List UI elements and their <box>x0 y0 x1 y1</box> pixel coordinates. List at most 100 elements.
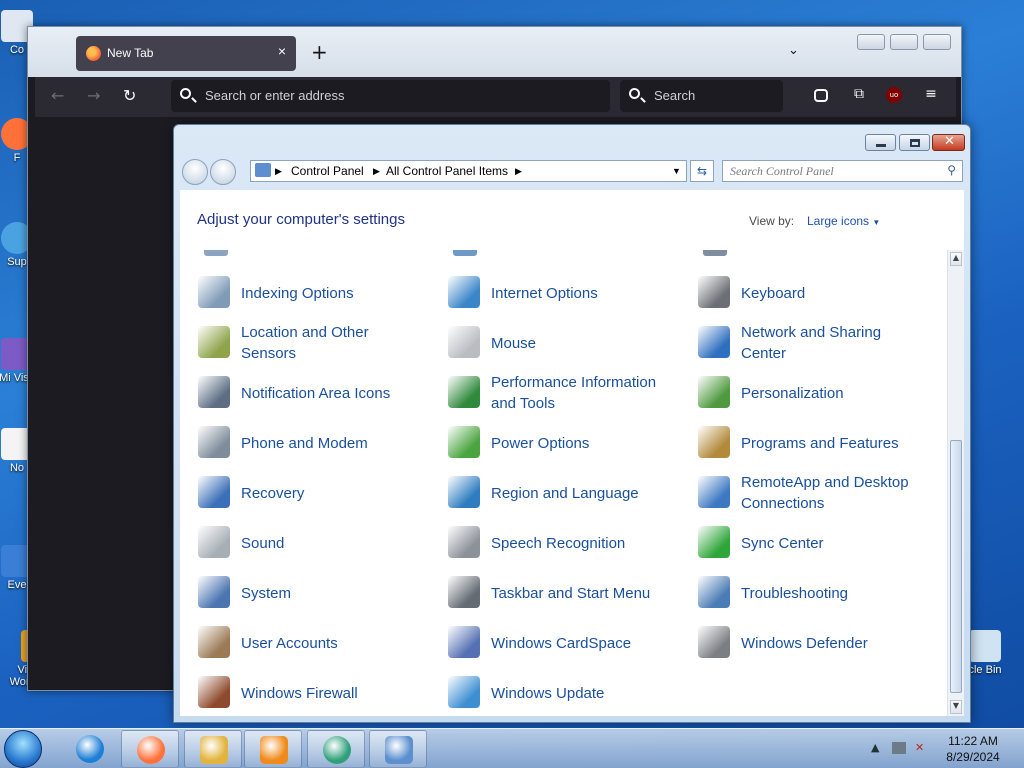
cp-item[interactable]: Performance Information and Tools <box>430 371 675 415</box>
minimize-button[interactable] <box>857 34 885 50</box>
partial-item-icon <box>703 250 727 256</box>
breadcrumb-separator[interactable]: ▶ <box>515 166 522 177</box>
reload-icon[interactable]: ↻ <box>123 86 136 105</box>
cp-item[interactable]: Indexing Options <box>180 271 425 315</box>
phone-modem-icon <box>198 426 230 458</box>
cp-item-label: Region and Language <box>491 484 639 502</box>
pocket-icon[interactable] <box>814 89 828 102</box>
network-icon <box>698 326 730 358</box>
taskbar-button-firefox[interactable] <box>121 730 179 768</box>
cp-item[interactable]: Mouse <box>430 321 675 365</box>
start-button[interactable] <box>4 730 42 768</box>
cp-item[interactable]: Sync Center <box>680 521 925 565</box>
scroll-down-icon[interactable]: ▼ <box>950 700 962 714</box>
address-dropdown-icon[interactable]: ▼ <box>672 166 681 176</box>
search-placeholder: Search Control Panel <box>730 164 834 178</box>
menu-icon[interactable]: ≡ <box>922 86 940 104</box>
show-hidden-icons[interactable]: ▲ <box>871 741 879 754</box>
taskbar-button-internet-explorer[interactable] <box>61 730 119 768</box>
back-button[interactable] <box>182 159 208 185</box>
personalization-icon <box>698 376 730 408</box>
taskbar-button-file-explorer[interactable] <box>184 730 242 768</box>
cp-item[interactable]: System <box>180 571 425 615</box>
cp-item[interactable]: Notification Area Icons <box>180 371 425 415</box>
programs-icon <box>698 426 730 458</box>
search-bar[interactable]: Search <box>620 80 783 112</box>
taskbar-button-control-panel[interactable] <box>369 730 427 768</box>
internet-options-icon <box>448 276 480 308</box>
cp-item[interactable]: Internet Options <box>430 271 675 315</box>
cp-item[interactable]: RemoteApp and Desktop Connections <box>680 471 925 515</box>
extensions-icon[interactable]: ⧉ <box>850 86 868 104</box>
cp-item[interactable]: Windows Update <box>430 671 675 715</box>
search-input[interactable]: Search Control Panel ⚲ <box>722 160 963 182</box>
sound-icon <box>198 526 230 558</box>
breadcrumb-separator[interactable]: ▶ <box>373 166 380 177</box>
cp-item[interactable]: Taskbar and Start Menu <box>430 571 675 615</box>
tab-new-tab[interactable]: New Tab × <box>76 36 296 71</box>
control-panel-items: Indexing Options Internet Options Keyboard… <box>180 250 947 716</box>
new-tab-button[interactable]: + <box>311 40 328 64</box>
breadcrumb-control-panel[interactable]: Control Panel <box>291 164 364 178</box>
cp-item-label: Network and Sharing Center <box>741 324 882 362</box>
cp-item[interactable]: Windows Firewall <box>180 671 425 715</box>
breadcrumb[interactable]: ▶ Control Panel ▶ All Control Panel Item… <box>250 160 687 182</box>
chevron-down-icon: ▼ <box>872 218 881 227</box>
cp-item[interactable]: Sound <box>180 521 425 565</box>
scrollbar-thumb[interactable] <box>950 440 962 693</box>
minimize-button[interactable] <box>865 134 896 151</box>
list-all-tabs-button[interactable]: ⌄ <box>788 43 799 58</box>
search-icon: ⚲ <box>947 163 956 177</box>
volume-muted-icon[interactable]: ✕ <box>915 741 924 754</box>
ublock-icon[interactable]: uo <box>886 87 902 103</box>
cp-item-label: Power Options <box>491 434 590 452</box>
indexing-icon <box>198 276 230 308</box>
network-tray-icon[interactable] <box>892 742 906 754</box>
cp-item[interactable]: Personalization <box>680 371 925 415</box>
performance-icon <box>448 376 480 408</box>
breadcrumb-all-items[interactable]: All Control Panel Items <box>386 164 508 178</box>
refresh-button[interactable]: ⇆ <box>690 160 714 182</box>
maximize-button[interactable] <box>899 134 930 151</box>
recovery-icon <box>198 476 230 508</box>
cp-item[interactable]: Troubleshooting <box>680 571 925 615</box>
cp-item[interactable]: Location and Other Sensors <box>180 321 425 365</box>
maximize-button[interactable] <box>890 34 918 50</box>
cp-item[interactable]: Phone and Modem <box>180 421 425 465</box>
control-panel-icon <box>385 736 413 764</box>
breadcrumb-separator[interactable]: ▶ <box>275 166 282 177</box>
cp-item[interactable]: Power Options <box>430 421 675 465</box>
cp-item[interactable]: Speech Recognition <box>430 521 675 565</box>
internet-explorer-icon <box>76 735 104 763</box>
vertical-scrollbar[interactable]: ▲ ▼ <box>947 250 964 716</box>
windows-update-icon <box>448 676 480 708</box>
cp-header: Adjust your computer's settings View by:… <box>180 190 964 250</box>
close-button[interactable]: ✕ <box>932 134 965 151</box>
cp-item[interactable]: User Accounts <box>180 621 425 665</box>
close-tab-icon[interactable]: × <box>278 43 286 59</box>
sync-icon <box>698 526 730 558</box>
taskbar-icon <box>448 576 480 608</box>
remoteapp-icon <box>698 476 730 508</box>
close-button[interactable] <box>923 34 951 50</box>
cp-item[interactable]: Windows CardSpace <box>430 621 675 665</box>
scroll-up-icon[interactable]: ▲ <box>950 252 962 266</box>
cp-item[interactable]: Windows Defender <box>680 621 925 665</box>
forward-button[interactable] <box>210 159 236 185</box>
user-accounts-icon <box>198 626 230 658</box>
cp-item[interactable]: Region and Language <box>430 471 675 515</box>
vmware-icon <box>323 736 351 764</box>
address-bar[interactable]: Search or enter address <box>171 80 610 112</box>
cp-item[interactable]: Keyboard <box>680 271 925 315</box>
search-placeholder: Search <box>654 88 696 103</box>
view-by-dropdown[interactable]: Large icons ▼ <box>807 214 880 228</box>
cp-item[interactable]: Recovery <box>180 471 425 515</box>
cp-item[interactable]: Network and Sharing Center <box>680 321 925 365</box>
back-icon[interactable]: ← <box>51 86 64 105</box>
clock[interactable]: 11:22 AM 8/29/2024 <box>938 733 1008 765</box>
taskbar-button-media-player[interactable] <box>244 730 302 768</box>
microphone-icon <box>448 526 480 558</box>
forward-icon[interactable]: → <box>87 86 100 105</box>
taskbar-button-vmware[interactable] <box>307 730 365 768</box>
cp-item[interactable]: Programs and Features <box>680 421 925 465</box>
